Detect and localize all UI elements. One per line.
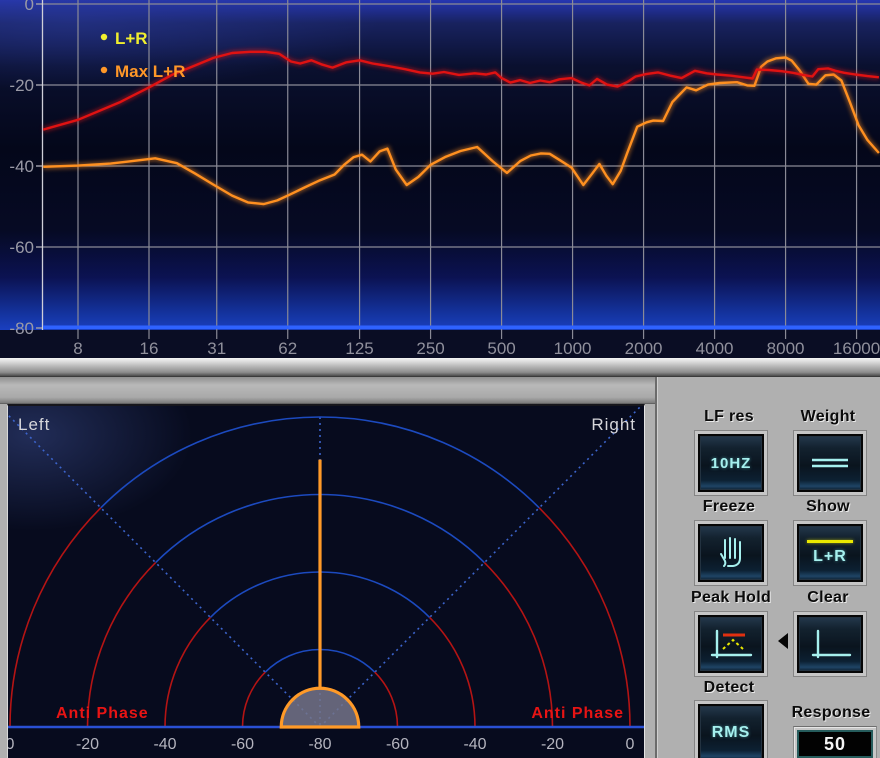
scope-scale-label: -40 — [153, 736, 176, 753]
phase-scope-display: 0 -20 -40 -60 -80 -60 -40 -20 0 Left Right Anti … — [7, 404, 645, 758]
anti-phase-right-label: Anti Phase — [531, 705, 624, 722]
x-tick-label: 125 — [345, 339, 373, 358]
detect-value: RMS — [712, 724, 751, 742]
lf-res-label: LF res — [704, 408, 754, 426]
y-tick-label: -40 — [9, 157, 34, 176]
legend-label-max: Max L+R — [115, 62, 185, 81]
detect-button[interactable]: RMS — [698, 704, 764, 758]
lower-section: 0 -20 -40 -60 -80 -60 -40 -20 0 Left Right Anti … — [0, 377, 880, 758]
x-tick-label: 8 — [73, 339, 82, 358]
response-label: Response — [792, 704, 871, 722]
x-tick-label: 2000 — [625, 339, 663, 358]
x-tick-label: 500 — [487, 339, 515, 358]
clear-button[interactable] — [797, 615, 863, 673]
scope-scale-label: 0 — [626, 736, 635, 753]
response-field[interactable]: 50 — [793, 726, 877, 758]
scope-left-label: Left — [18, 415, 50, 434]
response-value: 50 — [824, 734, 846, 755]
scope-scale-label: -40 — [463, 736, 486, 753]
scope-scale-label: -80 — [308, 736, 331, 753]
scope-scale-label: -20 — [76, 736, 99, 753]
show-yellow-line-icon — [807, 540, 853, 543]
clear-graph-icon — [806, 625, 854, 663]
detect-label: Detect — [704, 679, 755, 697]
lf-res-button[interactable]: 10HZ — [698, 434, 764, 492]
analyzer-window: 81631621252505001000200040008000160000-2… — [0, 0, 880, 758]
x-tick-label: 1000 — [554, 339, 592, 358]
x-tick-label: 62 — [278, 339, 297, 358]
scope-right-label: Right — [591, 415, 636, 434]
scope-scale-label: 0 — [8, 736, 15, 753]
legend-label-sum: L+R — [115, 29, 148, 48]
scope-corner-glow — [8, 406, 408, 646]
lf-res-value: 10HZ — [711, 455, 752, 472]
x-tick-label: 250 — [416, 339, 444, 358]
x-tick-label: 8000 — [767, 339, 805, 358]
copy-arrow-icon — [778, 633, 788, 649]
legend-dot-sum — [101, 34, 107, 40]
y-tick-label: 0 — [25, 0, 34, 14]
anti-phase-left-label: Anti Phase — [56, 705, 149, 722]
show-label: Show — [806, 498, 850, 516]
weight-label: Weight — [801, 408, 856, 426]
spectrum-chart: 8 16 31 62 125 250 500 1000 2000 4000 8000 16000 0 -2… — [0, 0, 880, 358]
peak-hold-label: Peak Hold — [691, 589, 771, 607]
y-tick-label: -20 — [9, 76, 34, 95]
scope-scale-label: -60 — [386, 736, 409, 753]
scope-scale-label: -60 — [231, 736, 254, 753]
weight-flat-lines-icon — [806, 453, 854, 473]
x-tick-label: 16 — [140, 339, 159, 358]
peak-hold-graph-icon — [707, 625, 755, 663]
y-tick-label: -80 — [9, 319, 34, 338]
clear-label: Clear — [807, 589, 849, 607]
legend-dot-max — [101, 67, 107, 73]
bottom-axis-line — [43, 326, 880, 330]
phase-scope-chart: 0 -20 -40 -60 -80 -60 -40 -20 0 Left Right Anti … — [8, 406, 644, 758]
show-value: L+R — [813, 548, 847, 566]
weight-button[interactable] — [797, 434, 863, 492]
x-tick-label: 16000 — [833, 339, 880, 358]
freeze-label: Freeze — [703, 498, 756, 516]
x-tick-label: 4000 — [696, 339, 734, 358]
scope-scale-label: -20 — [541, 736, 564, 753]
freeze-button[interactable] — [698, 524, 764, 582]
spectrum-analyzer-display: 8 16 31 62 125 250 500 1000 2000 4000 8000 16000 0 -2… — [0, 0, 880, 358]
panel-divider — [0, 358, 880, 377]
response-field-screen: 50 — [797, 730, 873, 758]
peak-hold-button[interactable] — [698, 615, 764, 673]
hand-icon — [713, 534, 749, 572]
show-button[interactable]: L+R — [797, 524, 863, 582]
y-tick-label: -60 — [9, 238, 34, 257]
x-tick-label: 31 — [207, 339, 226, 358]
control-panel: LF res Weight 10HZ Freeze Show — [655, 377, 880, 758]
